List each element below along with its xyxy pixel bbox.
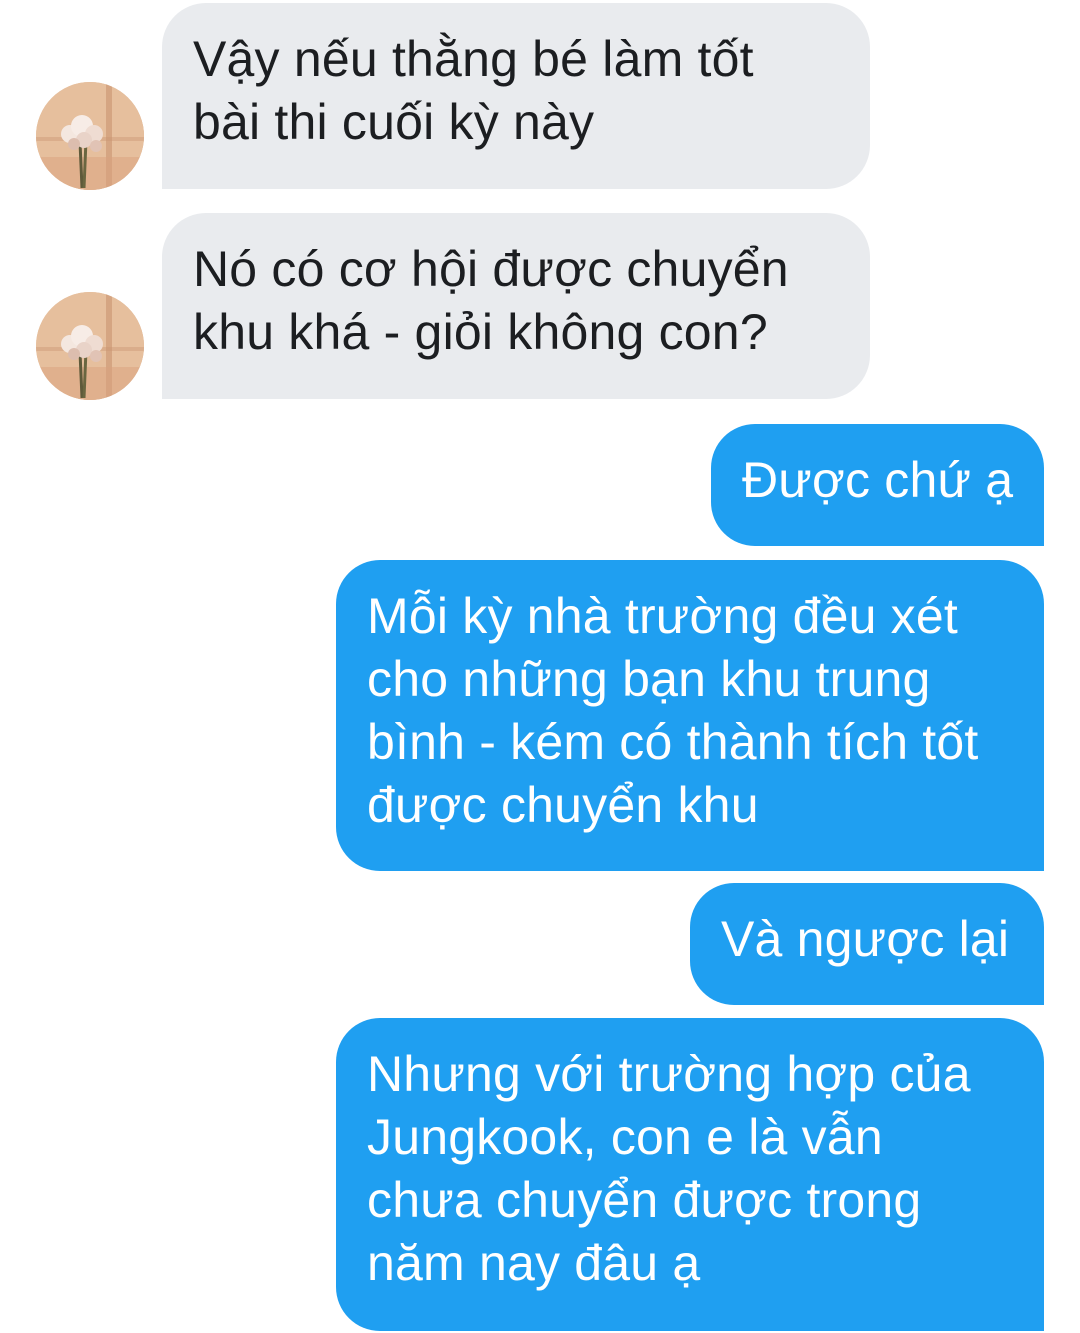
contact-avatar[interactable] (36, 82, 144, 190)
outgoing-message[interactable]: Mỗi kỳ nhà trường đều xét cho những bạn … (336, 560, 1044, 871)
flower-photo-icon (36, 292, 144, 400)
incoming-message[interactable]: Nó có cơ hội được chuyển khu khá - giỏi … (162, 213, 870, 399)
incoming-message[interactable]: Vậy nếu thằng bé làm tốt bài thi cuối kỳ… (162, 3, 870, 189)
flower-photo-icon (36, 82, 144, 190)
outgoing-message[interactable]: Được chứ ạ (711, 424, 1044, 546)
outgoing-message[interactable]: Và ngược lại (690, 883, 1044, 1005)
contact-avatar[interactable] (36, 292, 144, 400)
outgoing-message[interactable]: Nhưng với trường hợp của Jungkook, con e… (336, 1018, 1044, 1331)
